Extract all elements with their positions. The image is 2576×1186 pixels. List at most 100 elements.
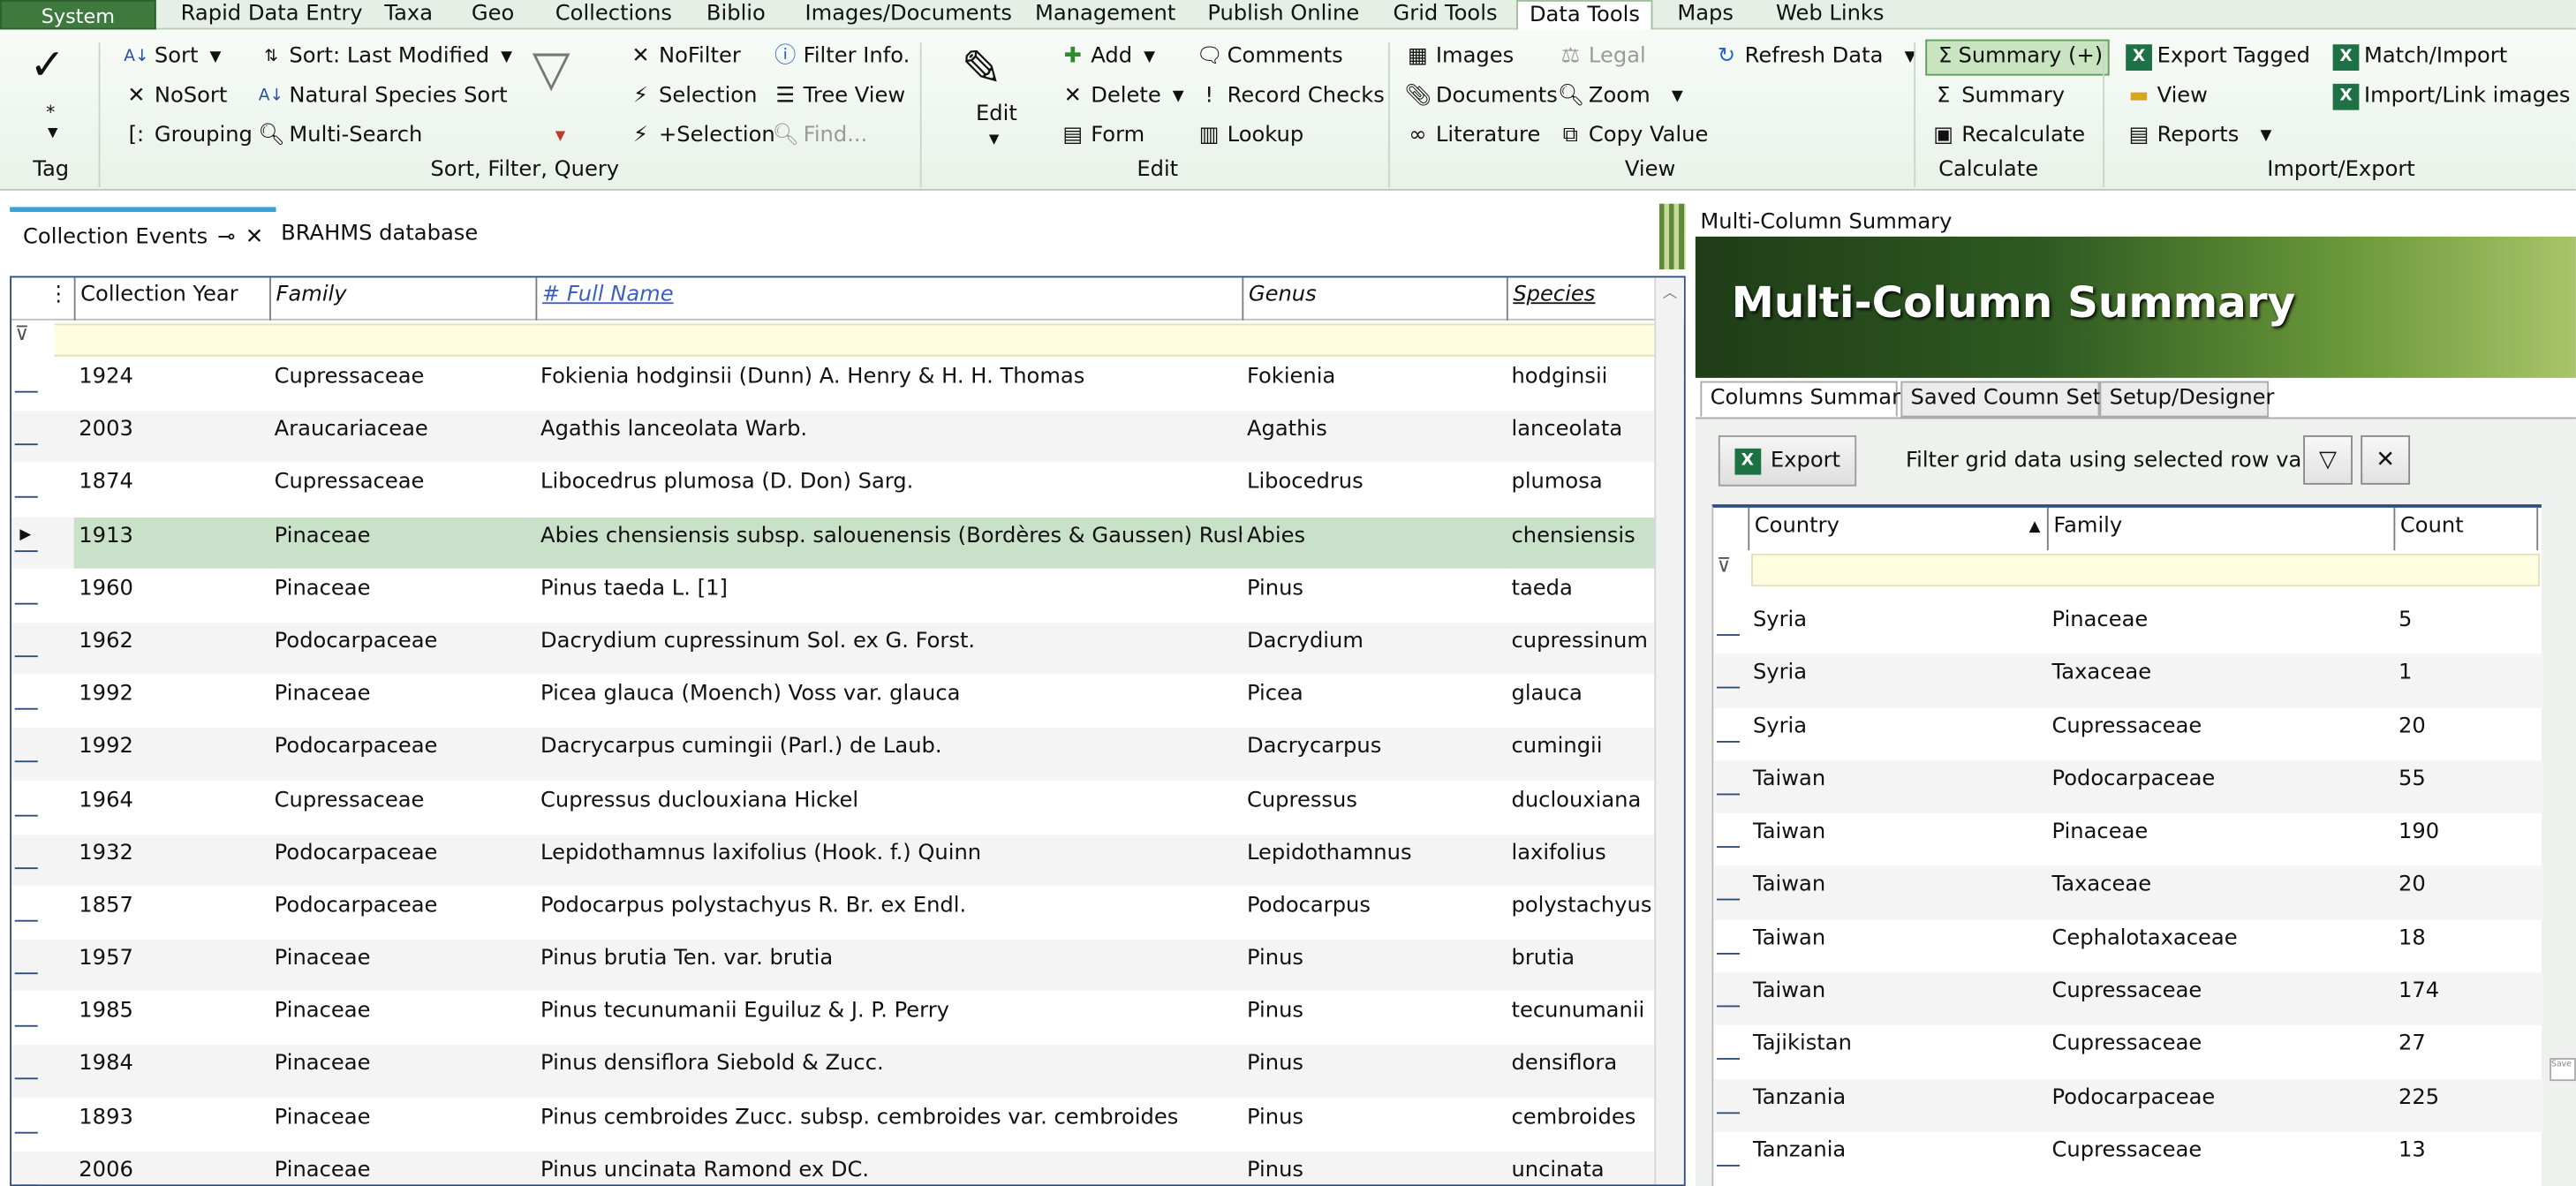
cell-count[interactable]: 18 (2393, 919, 2538, 959)
cell-country[interactable]: Syria (1748, 654, 2047, 694)
row-indicator[interactable] (11, 570, 41, 621)
cell-full-name[interactable]: Agathis lanceolata Warb. (535, 411, 1242, 462)
filter-caret-icon[interactable]: ▼ (555, 128, 565, 143)
cell-full-name[interactable]: Pinus uncinata Ramond ex DC. (535, 1152, 1242, 1185)
cell-full-name[interactable]: Dacrydium cupressinum Sol. ex G. Forst. (535, 623, 1242, 674)
lookup-button[interactable]: ▥ Lookup (1196, 120, 1304, 153)
cell-full-name[interactable]: Podocarpus polystachyus R. Br. ex Endl. (535, 887, 1242, 938)
tab-web-links[interactable]: Web Links (1776, 0, 1885, 29)
tab-system[interactable]: System (0, 0, 156, 30)
table-row[interactable]: 1962 Podocarpaceae Dacrydium cupressinum S… (11, 622, 1655, 676)
table-row[interactable]: 1984 Pinaceae Pinus densiflora Siebold & Z… (11, 1045, 1655, 1099)
cell-genus[interactable]: Picea (1242, 676, 1507, 727)
cell-collection-year[interactable]: 1932 (74, 834, 271, 885)
tab-rapid-data-entry[interactable]: Rapid Data Entry (181, 0, 363, 29)
list-item[interactable]: Taiwan Cupressaceae 174 (1713, 972, 2543, 1026)
tab-taxa[interactable]: Taxa (384, 0, 433, 29)
cell-genus[interactable]: Pinus (1242, 1046, 1507, 1097)
comments-button[interactable]: 🗨︎ Comments (1196, 42, 1342, 74)
cell-country[interactable]: Taiwan (1748, 919, 2047, 959)
legal-button[interactable]: ⚖ Legal (1558, 42, 1646, 74)
panel-splitter[interactable] (1658, 203, 1686, 270)
cell-genus[interactable]: Pinus (1242, 1152, 1507, 1185)
cell-collection-year[interactable]: 1874 (74, 464, 271, 515)
table-row[interactable]: 1964 Cupressaceae Cupressus duclouxiana Hi… (11, 782, 1655, 835)
row-indicator[interactable] (11, 834, 41, 885)
match-import-button[interactable]: X Match/Import (2332, 42, 2507, 74)
cell-collection-year[interactable]: 2006 (74, 1152, 271, 1185)
refresh-data-button[interactable]: ↻ Refresh Data ▼ (1713, 42, 1915, 74)
cell-family[interactable]: Pinaceae (269, 517, 536, 568)
row-indicator[interactable] (1713, 654, 1741, 706)
cell-country[interactable]: Tanzania (1748, 1132, 2047, 1172)
table-row[interactable]: 2003 Araucariaceae Agathis lanceolata Warb… (11, 411, 1655, 465)
cell-full-name[interactable]: Abies chensiensis subsp. salouenensis (B… (535, 517, 1243, 568)
row-indicator[interactable] (1713, 972, 1741, 1024)
import-link-images-button[interactable]: X Import/Link images (2332, 80, 2571, 113)
list-item[interactable]: Syria Cupressaceae 20 (1713, 707, 2542, 760)
cell-family[interactable]: Podocarpaceae (269, 834, 535, 885)
row-indicator[interactable]: ▶ (11, 517, 41, 568)
cell-genus[interactable]: Dacrydium (1242, 623, 1507, 674)
summary-filter-row[interactable] (1751, 553, 2541, 587)
row-indicator[interactable] (1713, 707, 1741, 759)
cell-country[interactable]: Taiwan (1748, 972, 2047, 1012)
selection-button[interactable]: ⚡ Selection (628, 80, 757, 113)
side-tick[interactable]: Save (2550, 1058, 2576, 1082)
cell-country[interactable]: Tajikistan (1748, 1026, 2047, 1066)
find-button[interactable]: 🔍︎ Find... (772, 120, 867, 153)
cell-species[interactable]: cupressinum (1507, 623, 1658, 674)
column-full-name[interactable]: # Full Name (535, 277, 1242, 321)
cell-country[interactable]: Taiwan (1748, 760, 2047, 800)
table-row[interactable]: 1857 Podocarpaceae Podocarpus polystachyus… (11, 887, 1655, 940)
clear-filter-button[interactable]: ✕ (2361, 434, 2411, 485)
tab-geo[interactable]: Geo (472, 0, 514, 29)
list-item[interactable]: Tajikistan Cupressaceae 27 (1713, 1026, 2542, 1079)
cell-family[interactable]: Podocarpaceae (269, 623, 535, 674)
cell-family[interactable]: Pinaceae (269, 570, 535, 621)
cell-count[interactable]: 190 (2393, 813, 2538, 853)
list-item[interactable]: Tanzania Podocarpaceae 225 (1713, 1078, 2543, 1132)
cell-genus[interactable]: Lepidothamnus (1242, 834, 1507, 885)
column-count[interactable]: Count (2393, 507, 2539, 551)
cell-genus[interactable]: Pinus (1242, 940, 1507, 991)
add-button[interactable]: ✚ Add ▼ (1060, 42, 1155, 74)
cell-genus[interactable]: Cupressus (1242, 782, 1507, 833)
cell-species[interactable]: plumosa (1507, 464, 1658, 515)
cell-full-name[interactable]: Lepidothamnus laxifolius (Hook. f.) Quin… (535, 834, 1242, 885)
column-family[interactable]: Family (269, 277, 535, 321)
cell-species[interactable]: hodginsii (1507, 359, 1658, 410)
cell-genus[interactable]: Podocarpus (1242, 887, 1507, 938)
cell-genus[interactable]: Libocedrus (1242, 464, 1507, 515)
cell-full-name[interactable]: Dacrycarpus cumingii (Parl.) de Laub. (535, 729, 1242, 780)
cell-species[interactable]: taeda (1507, 570, 1658, 621)
cell-collection-year[interactable]: 1964 (74, 782, 271, 833)
cell-collection-year[interactable]: 1962 (74, 623, 271, 674)
cell-country[interactable]: Syria (1748, 707, 2047, 747)
cell-genus[interactable]: Pinus (1242, 1099, 1507, 1150)
cell-collection-year[interactable]: 1857 (74, 887, 271, 938)
tab-setup-designer[interactable]: Setup/Designer (2099, 381, 2274, 418)
cell-family[interactable]: Cupressaceae (2047, 1026, 2394, 1066)
table-row[interactable]: 1992 Podocarpaceae Dacrycarpus cumingii (P… (11, 728, 1655, 782)
tab-data-tools[interactable]: Data Tools (1516, 0, 1653, 32)
nofilter-button[interactable]: ✕ NoFilter (628, 42, 740, 74)
cell-family[interactable]: Pinaceae (269, 1152, 535, 1185)
cell-species[interactable]: glauca (1507, 676, 1658, 727)
cell-count[interactable]: 1 (2393, 654, 2538, 694)
cell-genus[interactable]: Pinus (1242, 570, 1507, 621)
cell-collection-year[interactable]: 1893 (74, 1099, 271, 1150)
row-indicator[interactable] (11, 359, 41, 410)
cell-family[interactable]: Pinaceae (269, 1046, 535, 1097)
filter-row[interactable] (54, 323, 1657, 357)
export-tagged-button[interactable]: XExport Tagged▼ (2126, 42, 2346, 74)
documents-button[interactable]: 📎︎ Documents (1405, 80, 1558, 113)
summary-button[interactable]: Σ Summary (1930, 80, 2065, 113)
scroll-up-icon[interactable]: ︿ (1656, 281, 1684, 303)
cell-family[interactable]: Taxaceae (2047, 866, 2394, 906)
row-indicator[interactable] (11, 1152, 41, 1185)
table-row[interactable]: 1893 Pinaceae Pinus cembroides Zucc. subsp… (11, 1099, 1655, 1152)
table-row[interactable]: 1985 Pinaceae Pinus tecunumanii Eguiluz & … (11, 993, 1655, 1046)
edit-button[interactable]: Edit (976, 102, 1017, 126)
tab-saved-column-sets[interactable]: Saved Coumn Sets (1900, 381, 2112, 418)
